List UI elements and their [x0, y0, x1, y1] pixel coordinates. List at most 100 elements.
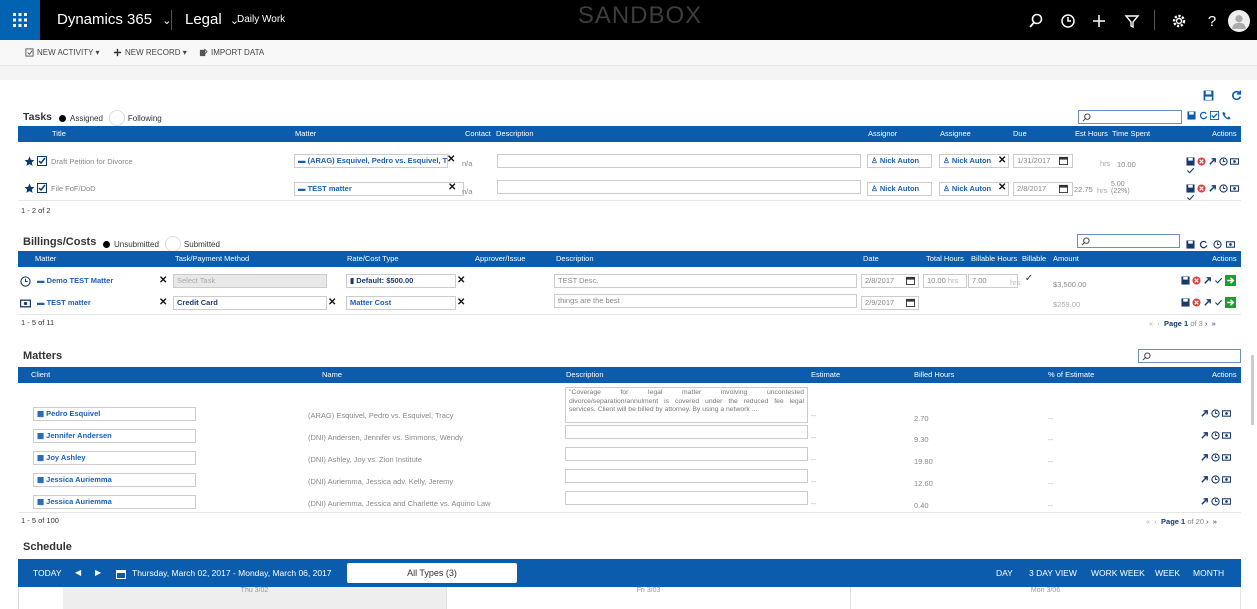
billings-search-input[interactable] [1077, 234, 1180, 248]
refresh-icon[interactable] [1199, 240, 1208, 249]
col-contact[interactable]: Contact [465, 126, 491, 142]
col-assignor[interactable]: Assignor [868, 126, 897, 142]
col-est-hours[interactable]: Est Hours [1075, 126, 1108, 142]
matter-name[interactable]: (ARAG) Esquivel, Pedro vs. Esquivel, Tra… [308, 411, 453, 420]
col-billed-hours[interactable]: Billed Hours [914, 367, 954, 383]
save-icon[interactable] [1203, 88, 1214, 106]
total-hours-input[interactable]: 10.00 hrs [923, 274, 967, 288]
next-page-icon[interactable]: › [1205, 319, 1208, 328]
clock-icon[interactable] [20, 276, 31, 287]
first-page-icon[interactable]: « [1146, 517, 1150, 526]
day-column[interactable]: Mon 3/06 [851, 587, 1241, 609]
col-estimate[interactable]: Estimate [811, 367, 840, 383]
description-field[interactable] [565, 469, 808, 483]
client-field[interactable]: ▦ Joy Ashley [33, 451, 196, 465]
assignor-field[interactable]: ♙ Nick Auton [867, 154, 932, 168]
col-name[interactable]: Name [322, 367, 342, 383]
clear-icon[interactable]: ✕ [448, 182, 456, 193]
save-icon[interactable] [1186, 183, 1195, 193]
check-icon[interactable] [1214, 276, 1223, 285]
save-icon[interactable] [1181, 298, 1190, 307]
import-data-button[interactable]: IMPORT DATA [199, 40, 264, 66]
col-billable-hours[interactable]: Billable Hours [971, 251, 1017, 267]
payment-method-field[interactable]: Credit Card [173, 296, 327, 310]
radio-assigned[interactable] [59, 114, 66, 122]
timer-icon[interactable] [20, 298, 31, 309]
description-field[interactable]: "Coverage for legal matter involving unc… [565, 387, 808, 423]
search-icon[interactable] [1027, 12, 1045, 30]
clock-icon[interactable] [1211, 408, 1220, 418]
timer-icon[interactable] [1221, 431, 1232, 440]
save-icon[interactable] [1186, 156, 1195, 166]
clear-icon[interactable]: ✕ [159, 275, 167, 286]
clear-icon[interactable]: ✕ [457, 275, 465, 286]
clock-icon[interactable] [1219, 156, 1228, 166]
rate-field[interactable]: ▮ Default: $500.00 [346, 274, 456, 288]
clock-icon[interactable] [1211, 452, 1220, 462]
tasks-search-input[interactable] [1078, 110, 1182, 124]
star-icon[interactable] [24, 183, 35, 194]
matters-search-input[interactable] [1138, 349, 1241, 363]
clock-icon[interactable] [1211, 430, 1220, 440]
checkbox[interactable] [37, 156, 47, 166]
timer-icon[interactable] [1221, 475, 1232, 484]
refresh-icon[interactable] [1199, 111, 1208, 120]
view-week[interactable]: WEEK [1155, 559, 1180, 587]
history-icon[interactable] [1059, 12, 1077, 30]
area-selector[interactable]: Legal ⌄ [185, 0, 239, 40]
timer-icon[interactable] [1229, 184, 1240, 193]
task-title[interactable]: Draft Petition for Divorce [51, 157, 133, 166]
description-input[interactable]: TEST Desc. [554, 274, 857, 288]
col-date[interactable]: Date [863, 251, 879, 267]
client-field[interactable]: ▦ Jennifer Andersen [33, 429, 196, 443]
prev-page-icon[interactable]: ‹ [1157, 319, 1160, 328]
col-title[interactable]: Title [52, 126, 66, 142]
timer-icon[interactable] [1221, 497, 1232, 506]
go-icon[interactable] [1225, 275, 1236, 286]
col-task-payment[interactable]: Task/Payment Method [175, 251, 249, 267]
last-page-icon[interactable]: » [1212, 319, 1216, 328]
calendar-icon[interactable] [906, 298, 915, 307]
delete-icon[interactable] [1197, 156, 1206, 166]
clear-icon[interactable]: ✕ [457, 297, 465, 308]
timer-icon[interactable] [1221, 409, 1232, 418]
task-title[interactable]: File FoF/DoD [51, 184, 96, 193]
description-input[interactable] [497, 154, 861, 168]
next-arrow-icon[interactable]: ▶ [95, 559, 101, 587]
last-page-icon[interactable]: » [1213, 517, 1217, 526]
open-icon[interactable] [1200, 497, 1209, 506]
matter-name[interactable]: (DNI) Ashley, Joy vs. Zion Institute [308, 455, 422, 464]
view-3-day[interactable]: 3 DAY VIEW [1029, 559, 1077, 587]
matter-field[interactable]: ▬ TEST matter [33, 296, 168, 310]
clear-icon[interactable]: ✕ [159, 297, 167, 308]
col-amount[interactable]: Amount [1053, 251, 1079, 267]
check-icon[interactable] [1214, 298, 1223, 307]
scrollbar[interactable] [1251, 355, 1254, 425]
col-total-hours[interactable]: Total Hours [926, 251, 964, 267]
check-icon[interactable] [1186, 166, 1195, 175]
radio-unsubmitted[interactable] [103, 240, 110, 248]
col-rate-cost[interactable]: Rate/Cost Type [347, 251, 399, 267]
first-page-icon[interactable]: « [1149, 319, 1153, 328]
prev-arrow-icon[interactable]: ◀ [75, 559, 81, 587]
matter-field[interactable]: ▬ Demo TEST Matter [33, 274, 168, 288]
save-icon[interactable] [1186, 240, 1195, 249]
clear-icon[interactable]: ✕ [447, 154, 455, 165]
col-description[interactable]: Description [556, 251, 594, 267]
calendar-icon[interactable] [116, 559, 126, 587]
client-field[interactable]: ▦ Jessica Auriemma [33, 495, 196, 509]
gear-icon[interactable] [1170, 12, 1188, 30]
clear-icon[interactable]: ✕ [998, 155, 1006, 166]
open-icon[interactable] [1208, 184, 1217, 193]
col-approver[interactable]: Approver/Issue [475, 251, 525, 267]
calendar-icon[interactable] [906, 276, 915, 285]
matter-field[interactable]: ▬ (ARAG) Esquivel, Pedro vs. Esquivel, T… [294, 154, 448, 168]
day-column[interactable]: Thu 3/02 [63, 587, 447, 609]
clear-icon[interactable]: ✕ [998, 182, 1006, 193]
new-record-button[interactable]: NEW RECORD ▾ [113, 40, 187, 66]
save-icon[interactable] [1181, 276, 1190, 285]
col-client[interactable]: Client [31, 367, 50, 383]
star-icon[interactable] [24, 156, 35, 167]
description-input[interactable] [497, 180, 861, 194]
radio-submitted[interactable] [164, 236, 181, 252]
